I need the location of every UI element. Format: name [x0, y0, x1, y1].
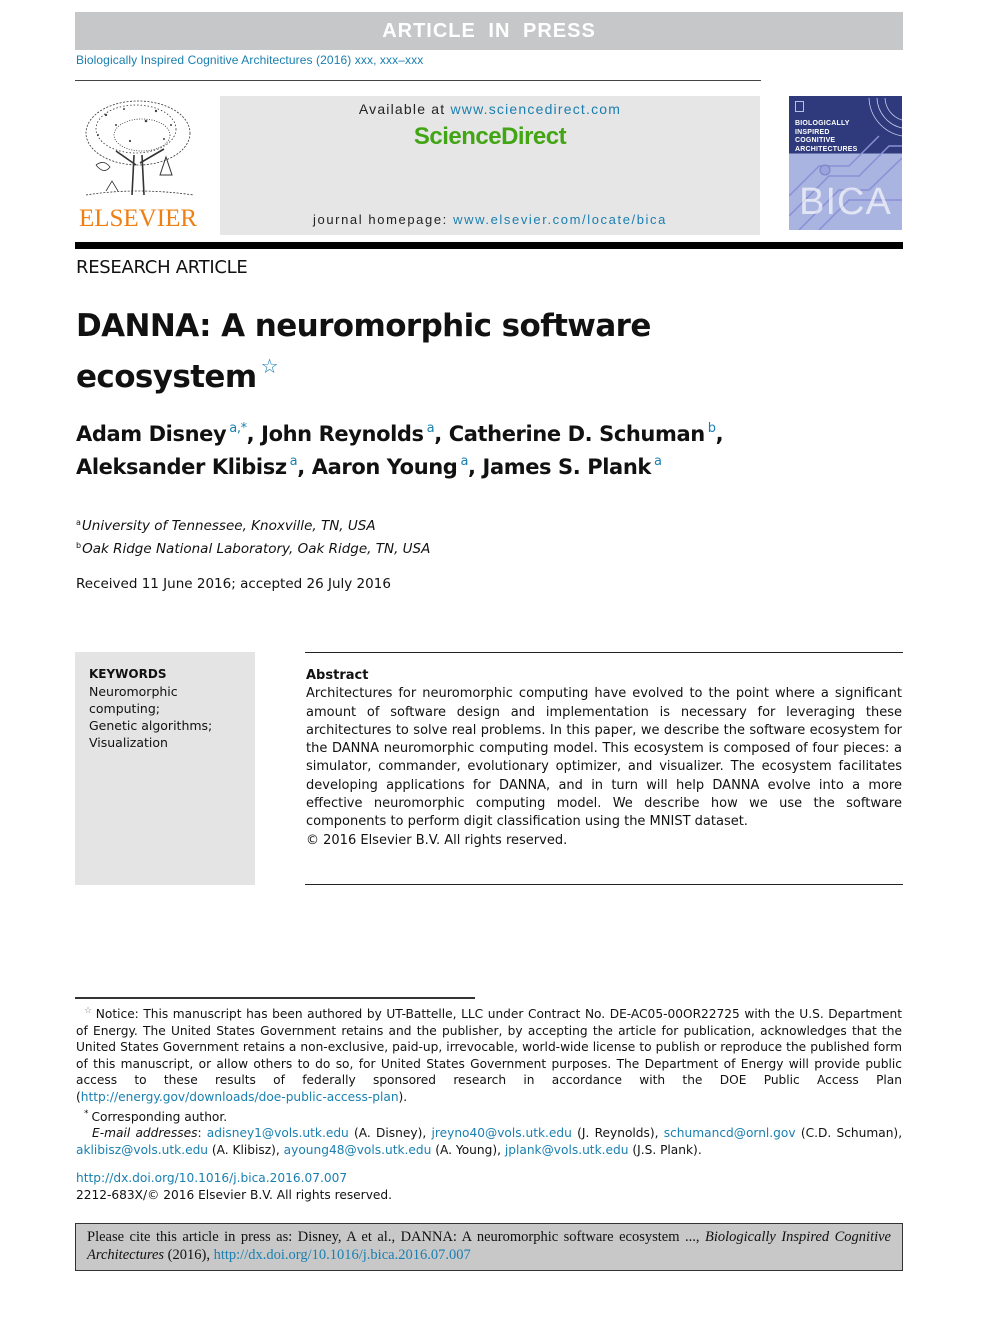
elsevier-wordmark: ELSEVIER	[78, 205, 198, 232]
doe-access-plan-link[interactable]: http://energy.gov/downloads/doe-public-a…	[81, 1090, 399, 1104]
author-separator: ,	[246, 422, 262, 446]
author-separator: ,	[297, 455, 312, 479]
asterisk-icon: *	[84, 1108, 89, 1119]
affiliation-mark: a	[76, 518, 81, 527]
notice-end: ).	[398, 1089, 408, 1104]
email-link[interactable]: jreyno40@vols.utk.edu	[431, 1126, 571, 1140]
author-affiliation-link[interactable]: a	[460, 454, 468, 469]
journal-cover-image[interactable]: BIOLOGICALLY INSPIRED COGNITIVE ARCHITEC…	[789, 96, 902, 230]
email-link[interactable]: jplank@vols.utk.edu	[505, 1143, 629, 1157]
keyword: Genetic algorithms;	[89, 718, 213, 733]
affiliation-text: University of Tennessee, Knoxville, TN, …	[81, 518, 376, 534]
elsevier-tree-icon	[85, 100, 195, 196]
corresponding-author-note: * Corresponding author.	[76, 1106, 902, 1126]
footnote-divider	[75, 997, 475, 999]
keyword: Visualization	[89, 735, 168, 750]
affiliation-text: Oak Ridge National Laboratory, Oak Ridge…	[82, 541, 431, 557]
corresponding-text: Corresponding author.	[91, 1109, 228, 1124]
email-link[interactable]: ayoung48@vols.utk.edu	[284, 1143, 432, 1157]
abstract-copyright: © 2016 Elsevier B.V. All rights reserved…	[306, 832, 568, 848]
email-owner: (A. Disney)	[354, 1126, 423, 1141]
available-prefix: Available at	[358, 101, 451, 117]
article-type: RESEARCH ARTICLE	[76, 257, 248, 278]
received-dates: Received 11 June 2016; accepted 26 July …	[76, 576, 391, 592]
abstract-body: Architectures for neuromorphic computing…	[306, 686, 902, 830]
author-name: John Reynolds	[261, 422, 424, 446]
author-name: James S. Plank	[482, 455, 652, 479]
banner-text: ARTICLE IN PRESS	[382, 19, 596, 42]
sciencedirect-link[interactable]: www.sciencedirect.com	[450, 101, 621, 117]
title-line-1: DANNA: A neuromorphic software	[76, 308, 651, 344]
journal-homepage-link[interactable]: www.elsevier.com/locate/bica	[453, 212, 667, 227]
journal-citation-link[interactable]: Biologically Inspired Cognitive Architec…	[76, 53, 423, 67]
email-owner: (A. Young)	[435, 1142, 498, 1157]
header-divider	[75, 242, 903, 249]
doi-link[interactable]: http://dx.doi.org/10.1016/j.bica.2016.07…	[76, 1171, 347, 1185]
homepage-prefix: journal homepage:	[313, 212, 454, 227]
email-owner: (A. Klibisz)	[211, 1142, 276, 1157]
cite-doi-link[interactable]: http://dx.doi.org/10.1016/j.bica.2016.07…	[214, 1247, 471, 1263]
email-owner: (J. Reynolds)	[577, 1126, 655, 1141]
affiliation: aUniversity of Tennessee, Knoxville, TN,…	[76, 513, 430, 536]
author-name: Catherine D. Schuman	[448, 422, 705, 446]
title-footnote-star-icon[interactable]: ☆	[261, 354, 279, 378]
funding-notice: ☆ Notice: This manuscript has been author…	[76, 1003, 902, 1106]
cite-year: (2016),	[164, 1246, 214, 1263]
affiliation-mark: b	[76, 541, 82, 550]
article-in-press-banner: ARTICLE IN PRESS	[75, 12, 903, 50]
author-separator: ,	[468, 455, 483, 479]
cite-prefix: Please cite this article in press as: Di…	[87, 1229, 705, 1245]
author-name: Adam Disney	[76, 422, 227, 446]
issn-line: 2212-683X/© 2016 Elsevier B.V. All right…	[76, 1188, 393, 1202]
author-name: Aleksander Klibisz	[76, 455, 287, 479]
keywords-panel: KEYWORDS Neuromorphic computing; Genetic…	[75, 652, 255, 885]
journal-header: Available at www.sciencedirect.com Scien…	[220, 96, 760, 235]
title-line-2: ecosystem	[76, 359, 257, 395]
available-at-line: Available at www.sciencedirect.com	[220, 101, 760, 117]
abstract-heading: Abstract	[306, 668, 369, 683]
author-affiliation-link[interactable]: b	[708, 421, 716, 436]
author-separator: ,	[434, 422, 449, 446]
elsevier-logo[interactable]: ELSEVIER	[76, 95, 200, 235]
cover-acronym: BICA	[799, 181, 892, 223]
keywords-heading: KEYWORDS	[89, 667, 167, 681]
sciencedirect-logo[interactable]: ScienceDirect	[220, 123, 760, 151]
journal-homepage-line: journal homepage: www.elsevier.com/locat…	[220, 212, 760, 227]
article-title: DANNA: A neuromorphic software ecosystem…	[76, 306, 696, 397]
abstract-divider-bottom	[305, 884, 903, 885]
author-list: Adam Disney a,*, John Reynolds a, Catherin…	[76, 415, 776, 481]
notice-star-icon: ☆	[84, 1006, 93, 1016]
author-affiliation-link[interactable]: a	[654, 454, 662, 469]
affiliations: aUniversity of Tennessee, Knoxville, TN,…	[76, 513, 430, 559]
email-link[interactable]: adisney1@vols.utk.edu	[207, 1126, 349, 1140]
email-label: E-mail addresses	[92, 1126, 198, 1141]
email-link[interactable]: schumancd@ornl.gov	[664, 1126, 796, 1140]
abstract-divider-top	[305, 652, 903, 653]
citation-box: Please cite this article in press as: Di…	[75, 1223, 903, 1271]
footnotes: ☆ Notice: This manuscript has been author…	[76, 1003, 902, 1158]
author-separator: ,	[715, 422, 724, 446]
email-addresses: E-mail addresses: adisney1@vols.utk.edu …	[76, 1126, 903, 1157]
divider	[75, 80, 761, 81]
affiliation: bOak Ridge National Laboratory, Oak Ridg…	[76, 536, 430, 559]
email-owner: (C.D. Schuman)	[800, 1126, 899, 1141]
abstract-section: Abstract Architectures for neuromorphic …	[306, 667, 902, 850]
keyword: Neuromorphic computing;	[89, 684, 178, 716]
doi-block: http://dx.doi.org/10.1016/j.bica.2016.07…	[76, 1170, 392, 1204]
author-name: Aaron Young	[311, 455, 458, 479]
email-owner: (J.S. Plank)	[632, 1142, 698, 1157]
author-affiliation-link[interactable]: a,*	[229, 421, 247, 436]
email-link[interactable]: aklibisz@vols.utk.edu	[76, 1143, 208, 1157]
